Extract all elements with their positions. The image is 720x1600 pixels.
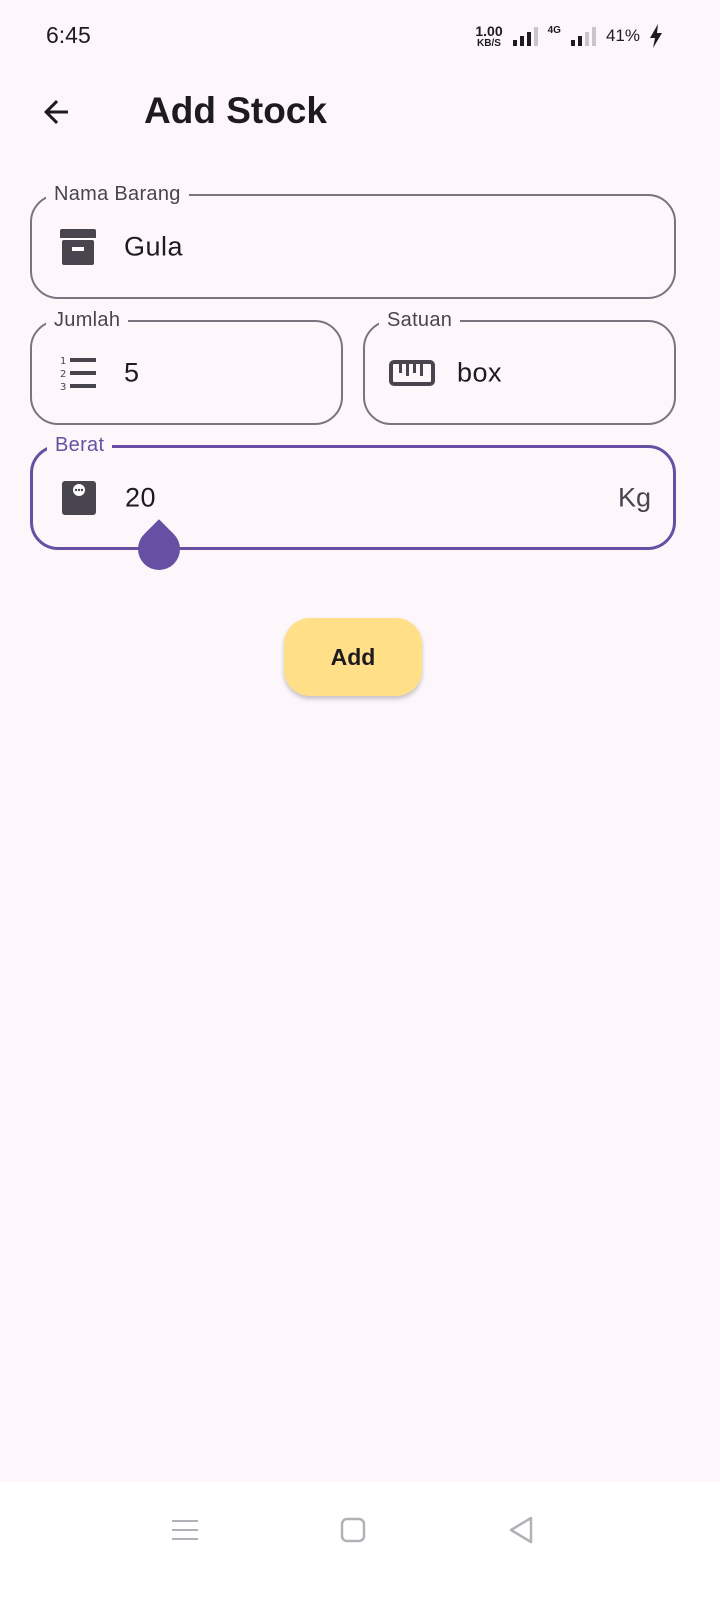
page-title: Add Stock xyxy=(144,90,327,131)
svg-text:2: 2 xyxy=(60,369,66,380)
signal-icon xyxy=(512,26,538,46)
scale-icon xyxy=(59,478,99,518)
add-stock-screen: 6:45 1.00 KB/S 4G 41% Add Stock Nama Bar… xyxy=(0,0,720,1600)
home-square-icon xyxy=(340,1517,366,1543)
berat-field[interactable]: Berat 20 Kg xyxy=(30,432,676,550)
jumlah-field[interactable]: Jumlah 1 2 3 5 xyxy=(30,307,343,425)
back-triangle-icon xyxy=(509,1516,533,1544)
arrow-back-icon xyxy=(44,100,68,124)
status-icons: 1.00 KB/S 4G 41% xyxy=(475,22,662,50)
ruler-icon xyxy=(389,353,435,393)
satuan-label: Satuan xyxy=(379,307,461,333)
charging-bolt-icon xyxy=(650,24,662,48)
berat-label: Berat xyxy=(47,432,113,458)
nav-back-button[interactable] xyxy=(491,1508,551,1552)
menu-icon xyxy=(172,1520,198,1540)
numbered-list-icon: 1 2 3 xyxy=(58,353,98,393)
svg-text:3: 3 xyxy=(60,382,66,393)
status-time: 6:45 xyxy=(46,22,91,48)
network-type: 4G xyxy=(547,24,561,36)
berat-unit-suffix: Kg xyxy=(617,482,651,512)
status-bar: 6:45 1.00 KB/S 4G 41% xyxy=(0,0,720,70)
network-speed-value: 1.00 xyxy=(475,22,503,39)
nama-barang-field[interactable]: Nama Barang Gula xyxy=(30,181,676,299)
satuan-field[interactable]: Satuan box xyxy=(363,307,676,425)
satuan-value: box xyxy=(457,357,503,387)
add-button[interactable]: Add xyxy=(284,618,422,696)
network-speed: 1.00 KB/S xyxy=(475,24,502,49)
archive-box-icon xyxy=(58,227,98,267)
svg-text:1: 1 xyxy=(60,356,66,367)
nama-barang-label: Nama Barang xyxy=(46,181,189,207)
battery-level: 41% xyxy=(605,26,640,45)
signal-secondary-icon xyxy=(570,26,596,46)
berat-value: 20 xyxy=(125,482,157,512)
nav-home-button[interactable] xyxy=(323,1508,383,1552)
system-nav-bar xyxy=(0,1482,720,1600)
network-speed-unit: KB/S xyxy=(477,37,501,49)
nav-menu-button[interactable] xyxy=(155,1508,215,1552)
jumlah-label: Jumlah xyxy=(46,307,129,333)
back-button[interactable] xyxy=(32,88,80,136)
jumlah-value: 5 xyxy=(124,357,140,387)
nama-barang-value: Gula xyxy=(124,231,184,261)
app-bar: Add Stock xyxy=(0,70,720,152)
